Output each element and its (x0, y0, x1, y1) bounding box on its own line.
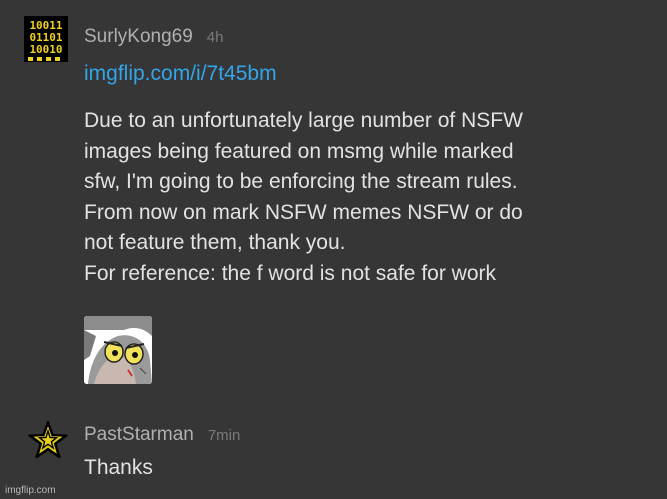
comment-body: Thanks (84, 456, 153, 479)
comment-header: SurlyKong69 4h (84, 26, 223, 48)
star-icon[interactable] (28, 420, 72, 466)
comment-line: From now on mark NSFW memes NSFW or do (84, 200, 523, 224)
binary-code-icon[interactable]: 10011 01101 10010 (24, 16, 68, 62)
imgflip-watermark: imgflip.com (5, 485, 56, 496)
comment-line: sfw, I'm going to be enforcing the strea… (84, 170, 518, 194)
comment-header: PastStarman 7min (84, 424, 240, 446)
username-link[interactable]: SurlyKong69 (84, 26, 193, 47)
comment-line: Due to an unfortunately large number of … (84, 109, 523, 132)
username-link[interactable]: PastStarman (84, 424, 194, 445)
timestamp[interactable]: 7min (208, 427, 241, 444)
meme-thumbnail[interactable] (84, 316, 152, 384)
comment-body: Due to an unfortunately large number of … (84, 106, 654, 290)
image-link[interactable]: imgflip.com/i/7t45bm (84, 62, 277, 86)
comment-line: not feature them, thank you. (84, 231, 346, 255)
binary-row: 10010 (29, 43, 62, 56)
comment-line: images being featured on msmg while mark… (84, 139, 514, 163)
timestamp[interactable]: 4h (207, 29, 224, 46)
comment-line: For reference: the f word is not safe fo… (84, 261, 497, 285)
